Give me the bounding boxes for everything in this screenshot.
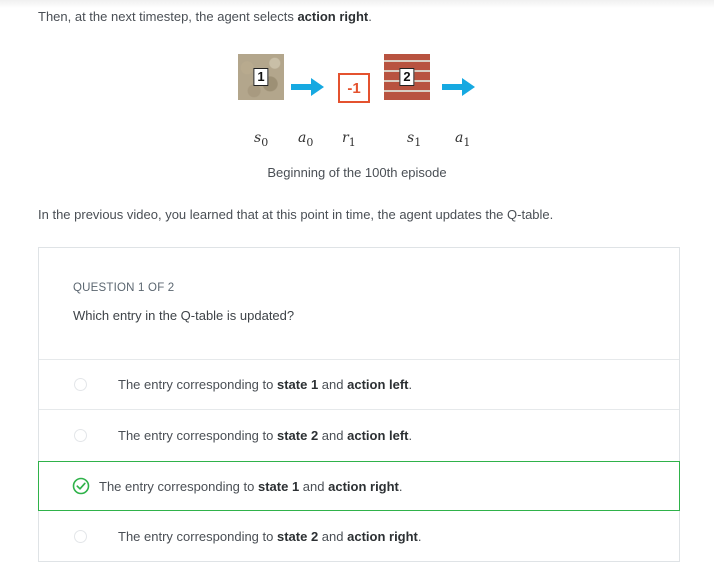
answer-option[interactable]: The entry corresponding to state 2 and a…	[39, 411, 679, 461]
answer-option-correct[interactable]: The entry corresponding to state 1 and a…	[38, 461, 680, 511]
state-0-label: 1	[253, 68, 269, 86]
figure-caption: Beginning of the 100th episode	[267, 165, 447, 180]
question-text: Which entry in the Q-table is updated?	[73, 308, 295, 323]
reward-box: -1	[338, 73, 370, 103]
answer-option[interactable]: The entry corresponding to state 2 and a…	[39, 512, 679, 562]
state-0-tile: 1	[238, 54, 284, 100]
question-number: QUESTION 1 OF 2	[73, 282, 175, 294]
symbol-s1: s1	[407, 130, 422, 149]
quiz-card: QUESTION 1 OF 2 Which entry in the Q-tab…	[38, 247, 680, 562]
answer-option[interactable]: The entry corresponding to state 1 and a…	[39, 360, 679, 410]
arrow-right-icon	[442, 77, 476, 97]
symbol-s0: s0	[254, 130, 269, 149]
option-label: The entry corresponding to state 2 and a…	[118, 529, 422, 544]
option-label: The entry corresponding to state 1 and a…	[99, 479, 403, 494]
arrow-right-icon	[291, 77, 325, 97]
state-1-label: 2	[399, 68, 415, 86]
episode-figure: 1 -1 2 s0 a0 r1 s1 a1 Beginning of the 1…	[0, 0, 714, 190]
check-circle-icon	[72, 477, 90, 495]
question-header: QUESTION 1 OF 2 Which entry in the Q-tab…	[39, 248, 679, 360]
radio-button[interactable]	[74, 429, 87, 442]
option-label: The entry corresponding to state 1 and a…	[118, 377, 413, 392]
symbol-r1: r1	[342, 130, 356, 149]
radio-button[interactable]	[74, 378, 87, 391]
symbol-a1: a1	[455, 130, 471, 149]
option-label: The entry corresponding to state 2 and a…	[118, 428, 413, 443]
state-1-tile: 2	[384, 54, 430, 100]
radio-button[interactable]	[74, 530, 87, 543]
explanation-paragraph: In the previous video, you learned that …	[38, 207, 554, 222]
symbol-a0: a0	[298, 130, 314, 149]
